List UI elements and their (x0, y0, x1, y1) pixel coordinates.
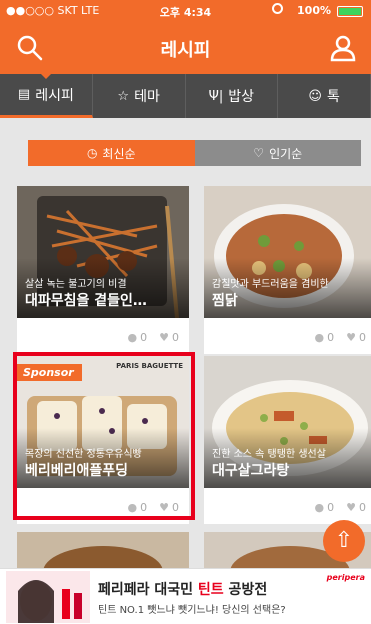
recipe-card[interactable]: 진한 소스 속 탱탱한 생선살 대구살그라탕 ● 0 ♥ 0 (204, 356, 371, 524)
comment-count-value: 0 (327, 501, 335, 514)
sort-popular-label: 인기순 (269, 146, 303, 161)
ad-headline: 페리페라 대국민 틴트 공방전 (98, 579, 267, 599)
heart-icon: ♡ (253, 146, 265, 160)
recipe-card[interactable]: 살살 녹는 불고기의 비결 대파무침을 곁들인… ● 0 ♥ 0 (17, 186, 189, 354)
tab-table[interactable]: Ψ| 밥상 (186, 74, 279, 118)
recipe-book-icon: ▤ (17, 87, 31, 102)
ad-brand: peripera (326, 573, 365, 582)
recipe-subtitle: 감칠맛과 부드러움을 겸비한 (212, 279, 329, 290)
ad-banner[interactable]: 페리페라 대국민 틴트 공방전 틴트 NO.1 뺏느냐 뺏기느냐! 당신의 선택… (0, 568, 371, 624)
recipe-photo: 살살 녹는 불고기의 비결 대파무침을 곁들인… (17, 186, 189, 318)
heart-icon: ♥ (346, 331, 356, 344)
like-count-value: 0 (172, 331, 179, 344)
like-count-value: 0 (359, 331, 366, 344)
battery-percent: 100% (297, 4, 331, 17)
highlight-frame (13, 352, 195, 520)
app-header: 레시피 (0, 22, 371, 74)
ad-headline-part: 페리페라 대국민 (98, 582, 198, 598)
star-icon: ☆ (117, 88, 130, 104)
tab-label: 톡 (326, 89, 340, 105)
category-tabs: ▤ 레시피 ☆ 테마 Ψ| 밥상 ☺ 톡 (0, 73, 371, 118)
recipe-name: 대파무침을 곁들인… (25, 293, 147, 309)
recipe-name: 찜닭 (212, 293, 238, 309)
tab-label: 밥상 (228, 89, 255, 105)
tab-label: 레시피 (35, 87, 74, 104)
recipe-stats: ● 0 ♥ 0 (128, 331, 179, 344)
comment-count: ● 0 (315, 501, 335, 514)
recipe-photo: 감칠맛과 부드러움을 겸비한 찜닭 (204, 186, 371, 318)
recipe-stats: ● 0 ♥ 0 (315, 331, 366, 344)
comment-icon: ● (127, 331, 138, 344)
utensils-icon: Ψ| (208, 88, 224, 104)
recipe-photo: 진한 소스 속 탱탱한 생선살 대구살그라탕 (204, 356, 371, 488)
tab-label: 테마 (134, 89, 160, 105)
ad-headline-part: 공방전 (223, 582, 268, 598)
comment-count-value: 0 (327, 331, 335, 344)
ad-headline-highlight: 틴트 (197, 582, 224, 598)
recipe-photo (17, 532, 189, 572)
chat-icon: ☺ (308, 88, 322, 104)
sort-toggle: ◷ 최신순 ♡ 인기순 (28, 140, 361, 166)
heart-icon: ♥ (159, 331, 169, 344)
ad-subtext: 틴트 NO.1 뺏느냐 뺏기느냐! 당신의 선택은? (98, 605, 286, 616)
recipe-card[interactable]: 감칠맛과 부드러움을 겸비한 찜닭 ● 0 ♥ 0 (204, 186, 371, 354)
tab-talk[interactable]: ☺ 톡 (278, 74, 371, 118)
like-count: ♥ 0 (346, 501, 366, 514)
status-bar: ●●○○○ SKT LTE 오후 4:34 100% (0, 0, 371, 22)
recipe-subtitle: 살살 녹는 불고기의 비결 (25, 279, 127, 290)
sort-latest-label: 최신순 (102, 146, 136, 161)
arrow-up-icon: ⇧ (334, 528, 354, 553)
ad-model-image (6, 571, 90, 623)
tab-theme[interactable]: ☆ 테마 (93, 74, 186, 118)
recipe-stats: ● 0 ♥ 0 (315, 501, 366, 514)
like-count-value: 0 (359, 501, 366, 514)
scroll-top-button[interactable]: ⇧ (323, 520, 365, 562)
like-count: ♥ 0 (159, 331, 179, 344)
comment-count: ● 0 (128, 331, 148, 344)
page-title: 레시피 (160, 40, 211, 61)
clock-icon: ◷ (86, 146, 98, 160)
sort-latest-button[interactable]: ◷ 최신순 (28, 140, 195, 166)
comment-icon: ● (314, 501, 325, 514)
recipe-name: 대구살그라탕 (212, 463, 290, 479)
recipe-subtitle: 진한 소스 속 탱탱한 생선살 (212, 449, 326, 460)
heart-icon: ♥ (346, 501, 356, 514)
tab-recipe[interactable]: ▤ 레시피 (0, 73, 93, 118)
recipe-card[interactable] (17, 532, 189, 572)
alarm-icon (272, 3, 283, 14)
comment-count-value: 0 (140, 331, 148, 344)
comment-count: ● 0 (315, 331, 335, 344)
comment-icon: ● (314, 331, 325, 344)
sort-popular-button[interactable]: ♡ 인기순 (194, 140, 361, 166)
battery-icon (337, 6, 363, 17)
user-profile-icon[interactable] (329, 34, 357, 62)
like-count: ♥ 0 (346, 331, 366, 344)
